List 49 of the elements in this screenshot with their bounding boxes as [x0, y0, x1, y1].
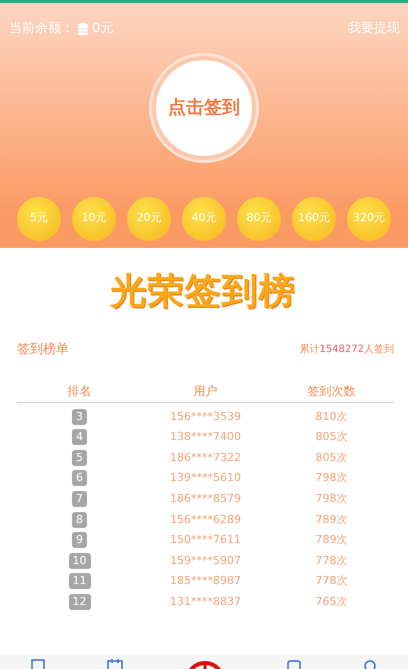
user-icon[interactable]	[363, 659, 377, 669]
rank-badge: 6	[72, 470, 87, 486]
column-header: 签到次数	[306, 382, 356, 400]
reward-coin: 10元	[72, 196, 116, 240]
banner-title: 光荣签到榜	[108, 270, 296, 314]
rank-badge: 3	[72, 408, 87, 425]
count-cell-text: 805次	[314, 450, 348, 466]
balance-value: 0元	[92, 20, 114, 38]
balance-label: 当前余额：	[9, 20, 74, 38]
coins-icon	[78, 22, 88, 35]
count-cell-text: 798次	[314, 470, 348, 486]
user-cell-text: 138****7400	[169, 429, 242, 446]
count-cell-text: 765次	[314, 594, 348, 610]
user-cell-text: 186****7322	[169, 450, 242, 466]
count-cell-text: 778次	[314, 573, 348, 590]
rank-badge: 4	[72, 429, 87, 446]
reward-coin: 40元	[182, 196, 226, 240]
count-cell-text: 810次	[314, 408, 348, 425]
reward-coin: 20元	[127, 196, 171, 240]
user-cell-text: 131****8837	[169, 594, 242, 610]
count-cell-text: 789次	[314, 512, 348, 528]
rank-badge: 9	[72, 532, 87, 548]
count-cell-text: 805次	[314, 429, 348, 446]
reward-coin: 160元	[292, 196, 336, 240]
rank-badge: 10	[68, 552, 90, 569]
column-header: 排名	[66, 382, 92, 400]
count-cell-text: 789次	[314, 532, 348, 548]
column-header: 用户	[192, 382, 218, 400]
user-cell-text: 159****5907	[169, 552, 242, 569]
rank-badge: 7	[72, 490, 87, 507]
user-cell-text: 186****8579	[169, 490, 242, 507]
reward-coin: 80元	[237, 196, 281, 240]
rank-badge: 8	[72, 512, 87, 528]
rank-badge: 12	[68, 594, 90, 610]
count-cell-text: 798次	[314, 490, 348, 507]
user-cell-text: 156****6289	[169, 512, 242, 528]
user-cell-text: 139****5610	[169, 470, 242, 486]
withdraw-link[interactable]: 我要提现	[348, 19, 400, 38]
count-cell-text: 778次	[314, 552, 348, 569]
user-cell-text: 185****8987	[169, 573, 242, 590]
total-checkins: 累计1548272人签到	[299, 342, 394, 358]
reward-coin: 5元	[17, 196, 61, 240]
calendar-icon[interactable]	[107, 659, 123, 669]
reward-coin: 320元	[347, 196, 391, 240]
rank-badge: 5	[72, 450, 87, 466]
user-cell-text: 156****3539	[169, 408, 242, 425]
user-cell-text: 150****7611	[169, 532, 242, 548]
rank-badge: 11	[68, 573, 90, 590]
leaderboard-title: 签到榜单	[17, 341, 69, 359]
